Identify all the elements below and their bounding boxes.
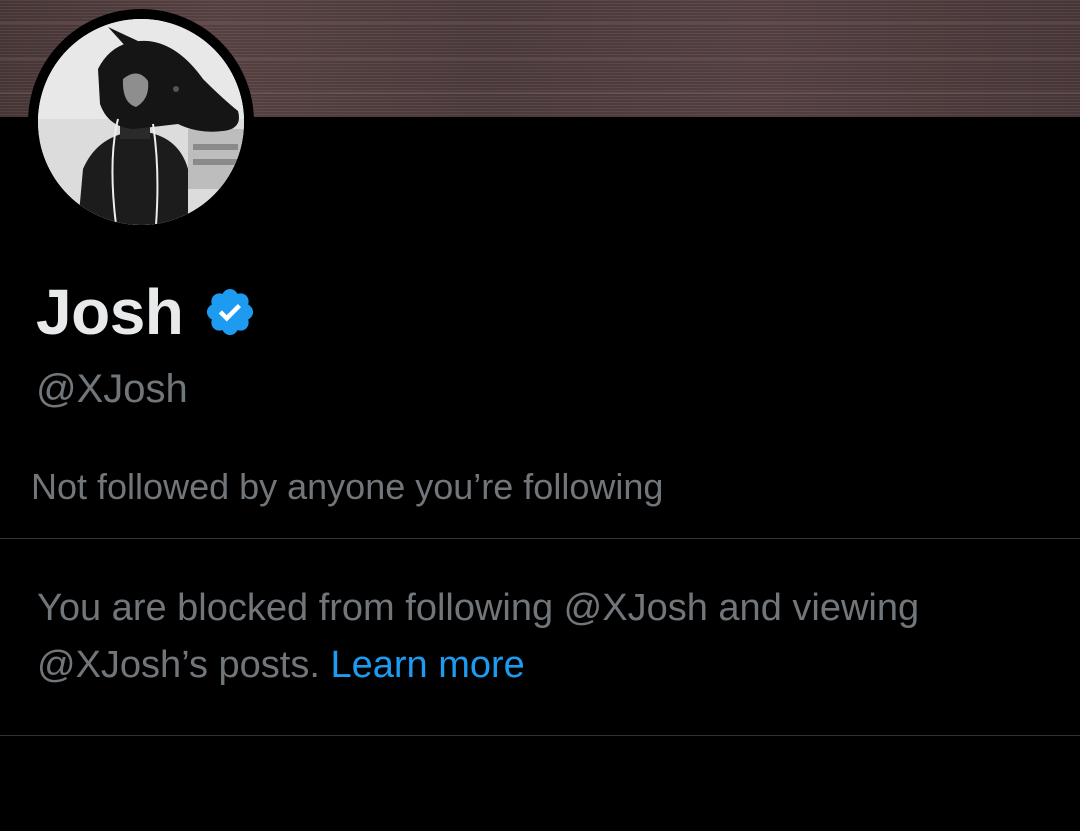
display-name: Josh	[36, 276, 184, 348]
divider	[0, 735, 1080, 736]
followers-you-know[interactable]: Not followed by anyone you’re following	[31, 466, 663, 508]
blocked-notice: You are blocked from following @XJosh an…	[37, 580, 1047, 694]
profile-handle: @XJosh	[36, 367, 188, 411]
avatar[interactable]	[38, 19, 244, 225]
display-name-row: Josh	[36, 276, 257, 348]
verified-badge-icon[interactable]	[203, 285, 257, 339]
learn-more-link[interactable]: Learn more	[330, 644, 524, 686]
divider	[0, 538, 1080, 539]
avatar-image	[38, 19, 244, 225]
